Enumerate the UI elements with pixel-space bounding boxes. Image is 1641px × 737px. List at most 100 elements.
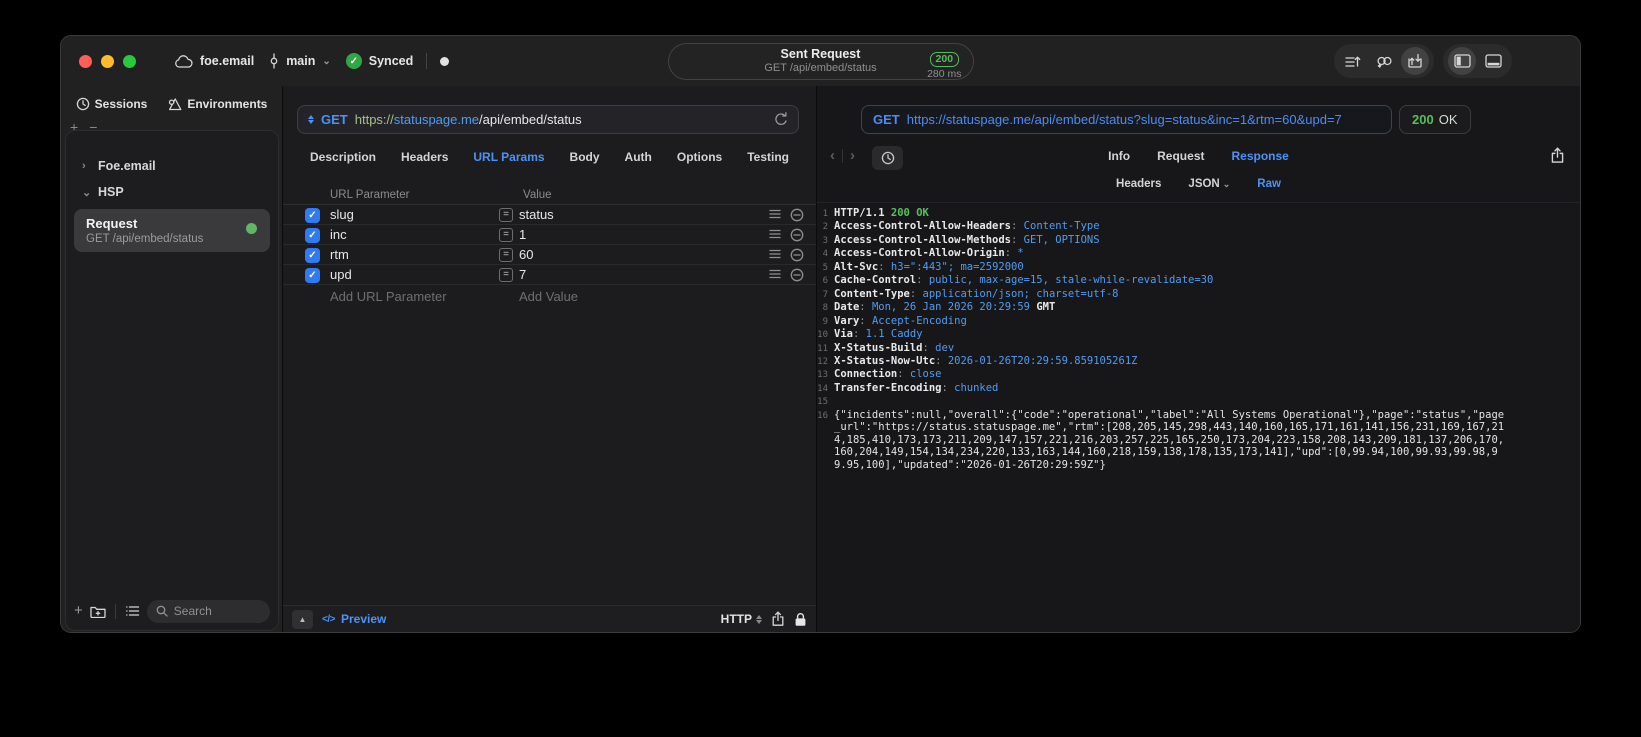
response-body[interactable]: 1 HTTP/1.1 200 OK 2 Access-Control-Allow-He… — [817, 207, 1580, 632]
request-tab-options[interactable]: Options — [677, 150, 722, 164]
request-url-bar[interactable]: GET https://statuspage.me/api/embed/stat… — [297, 105, 799, 134]
response-view-tab-headers[interactable]: Headers — [1116, 178, 1161, 190]
sidebar-tabs: Sessions Environments — [61, 97, 282, 111]
response-line: 7 Content-Type: application/json; charset… — [817, 288, 1580, 301]
request-tree-panel: › Foe.email ⌄ HSP Request GET /api/embed… — [65, 130, 279, 631]
add-param-name-placeholder[interactable]: Add URL Parameter — [330, 289, 447, 304]
expanded-chevron-icon[interactable]: ⌄ — [82, 186, 91, 199]
reorder-handle-icon[interactable] — [769, 248, 781, 263]
request-tab-body[interactable]: Body — [570, 150, 600, 164]
remove-param-icon[interactable] — [790, 248, 804, 265]
param-name[interactable]: slug — [330, 207, 354, 222]
line-number: 11 — [817, 343, 828, 354]
param-value[interactable]: 1 — [519, 227, 526, 242]
tree-group-label: Foe.email — [98, 159, 156, 173]
response-view-tab-json[interactable]: JSON ⌄ — [1188, 178, 1230, 190]
collapsed-chevron-icon[interactable]: › — [82, 160, 90, 172]
session-indicator-dot[interactable] — [440, 56, 450, 66]
tab-sessions[interactable]: Sessions — [76, 97, 147, 111]
param-checkbox[interactable]: ✓ — [305, 267, 320, 283]
protocol-selector[interactable]: HTTP — [721, 612, 762, 626]
param-checkbox[interactable]: ✓ — [305, 227, 320, 243]
param-checkbox[interactable]: ✓ — [305, 247, 320, 263]
reorder-handle-icon[interactable] — [769, 268, 781, 283]
param-name[interactable]: inc — [330, 227, 347, 242]
line-content: Cache-Control: public, max-age=15, stale… — [834, 274, 1214, 287]
add-param-row[interactable]: Add URL Parameter Add Value — [283, 285, 816, 307]
add-param-value-placeholder[interactable]: Add Value — [519, 289, 578, 304]
request-url[interactable]: https://statuspage.me/api/embed/status — [355, 112, 582, 127]
remove-param-icon[interactable] — [790, 228, 804, 245]
request-tab-description[interactable]: Description — [310, 150, 376, 164]
lock-icon[interactable] — [794, 612, 807, 627]
line-number: 3 — [822, 235, 828, 246]
request-summary-pill[interactable]: Sent Request GET /api/embed/status 200 2… — [667, 43, 974, 80]
request-response-view-button[interactable] — [1401, 47, 1429, 75]
sidebar-request-item-selected[interactable]: Request GET /api/embed/status — [74, 209, 270, 252]
tab-environments[interactable]: Environments — [167, 97, 267, 111]
response-tab-response[interactable]: Response — [1231, 149, 1288, 163]
titlebar: foe.email main ⌄ ✓ Synced Sent Request G… — [61, 36, 1580, 86]
search-input[interactable]: Search — [146, 599, 270, 623]
branch-icon — [269, 53, 279, 69]
response-view-tab-raw[interactable]: Raw — [1257, 178, 1281, 190]
code-icon: </> — [322, 613, 335, 625]
url-scheme: https:// — [354, 112, 394, 127]
branch-chevron-down-icon[interactable]: ⌄ — [322, 56, 330, 67]
line-content: X-Status-Build: dev — [834, 341, 955, 354]
column-header-value: Value — [523, 189, 552, 201]
tree-group-hsp[interactable]: ⌄ HSP — [72, 179, 272, 205]
param-checkbox[interactable]: ✓ — [305, 207, 320, 223]
remove-param-icon[interactable] — [790, 208, 804, 225]
param-name[interactable]: rtm — [330, 247, 349, 262]
flow-view-button[interactable] — [1370, 47, 1398, 75]
request-success-dot — [246, 223, 257, 234]
param-name[interactable]: upd — [330, 267, 352, 282]
traffic-lights — [79, 55, 136, 68]
branch-name[interactable]: main — [286, 54, 315, 68]
response-line: 16 {"incidents":null,"overall":{"code":"o… — [817, 409, 1580, 471]
line-number: 5 — [822, 262, 828, 273]
request-list-view-button[interactable] — [1339, 47, 1367, 75]
response-tab-info[interactable]: Info — [1108, 149, 1130, 163]
line-number: 9 — [822, 316, 828, 327]
param-value[interactable]: 60 — [519, 247, 533, 262]
preview-button[interactable]: </> Preview — [322, 612, 386, 626]
request-tab-url-params[interactable]: URL Params — [473, 150, 544, 164]
request-tab-headers[interactable]: Headers — [401, 150, 448, 164]
reorder-handle-icon[interactable] — [769, 228, 781, 243]
sent-request-url[interactable]: GET https://statuspage.me/api/embed/stat… — [861, 105, 1392, 134]
reorder-handle-icon[interactable] — [769, 208, 781, 223]
project-name[interactable]: foe.email — [200, 54, 254, 68]
request-method[interactable]: GET — [321, 112, 348, 127]
minimize-window-button[interactable] — [101, 55, 114, 68]
close-window-button[interactable] — [79, 55, 92, 68]
tree-group-foe-email[interactable]: › Foe.email — [72, 153, 272, 179]
new-request-button[interactable]: + — [74, 603, 83, 618]
line-number: 12 — [817, 356, 828, 367]
toggle-bottom-panel-button[interactable] — [1479, 47, 1507, 75]
request-tree: › Foe.email ⌄ HSP Request GET /api/embed… — [66, 131, 278, 252]
resend-request-icon[interactable] — [774, 112, 788, 127]
new-folder-icon[interactable] — [90, 605, 106, 618]
equals-badge: = — [499, 268, 513, 282]
param-value[interactable]: 7 — [519, 267, 526, 282]
export-response-icon[interactable] — [1550, 147, 1565, 164]
request-tab-auth[interactable]: Auth — [625, 150, 652, 164]
protocol-label: HTTP — [720, 612, 752, 626]
response-tab-request[interactable]: Request — [1157, 149, 1204, 163]
method-stepper-icon[interactable] — [308, 115, 314, 124]
line-number: 13 — [817, 370, 828, 381]
zoom-window-button[interactable] — [123, 55, 136, 68]
search-placeholder: Search — [173, 604, 212, 618]
main-content: Sessions Environments + − › Foe.email ⌄ … — [61, 86, 1580, 632]
param-value[interactable]: status — [519, 207, 554, 222]
request-duration: 280 ms — [927, 68, 962, 80]
remove-param-icon[interactable] — [790, 268, 804, 285]
list-options-icon[interactable] — [125, 605, 140, 617]
response-line: 15 — [817, 395, 1580, 408]
share-request-icon[interactable] — [771, 611, 785, 627]
show-panel-button[interactable]: ▲ — [292, 609, 313, 629]
toggle-sidebar-button[interactable] — [1448, 47, 1476, 75]
request-tab-testing[interactable]: Testing — [747, 150, 789, 164]
